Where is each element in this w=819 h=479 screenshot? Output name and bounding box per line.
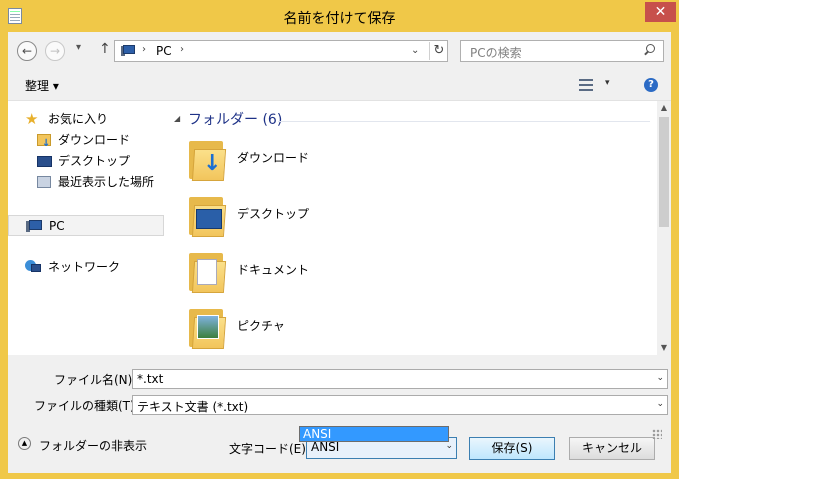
filetype-label: ファイルの種類(T): (34, 399, 139, 413)
folder-item-documents[interactable]: ドキュメント (187, 249, 587, 301)
encoding-option-ansi[interactable]: ANSI (299, 426, 449, 442)
folder-label: ピクチャ (237, 319, 285, 333)
chevron-down-icon[interactable]: ⌄ (656, 373, 664, 383)
documents-folder-icon (187, 249, 227, 293)
organize-menu-button[interactable]: 整理 ▾ (25, 77, 59, 94)
recent-places-icon (37, 176, 51, 188)
address-path[interactable]: PC (156, 44, 172, 58)
sidebar-item-label: ダウンロード (58, 133, 131, 147)
folder-label: ドキュメント (237, 263, 310, 277)
sidebar-item-desktop[interactable]: デスクトップ (37, 151, 162, 172)
desktop-folder-icon (187, 193, 227, 237)
filename-value[interactable]: *.txt (137, 372, 163, 386)
sidebar-item-recent-places[interactable]: 最近表示した場所 (37, 172, 162, 193)
sidebar-item-network[interactable]: ネットワーク (25, 257, 155, 278)
help-icon[interactable]: ? (644, 78, 658, 92)
folder-item-downloads[interactable]: ↓ ダウンロード (187, 137, 587, 189)
sidebar-item-label: ネットワーク (48, 260, 121, 274)
group-header[interactable]: フォルダー (6) (188, 109, 282, 129)
sidebar-item-label: 最近表示した場所 (58, 175, 155, 189)
view-options-icon[interactable] (579, 79, 593, 91)
scroll-thumb[interactable] (659, 117, 669, 227)
navigation-pane: ★ お気に入り ダウンロード デスクトップ 最近表示した場所 PC (8, 101, 165, 355)
address-bar[interactable]: › PC › ⌄ ↻ (114, 40, 448, 62)
scroll-up-button[interactable]: ▲ (657, 101, 671, 115)
filetype-value[interactable]: テキスト文書 (*.txt) (137, 398, 248, 415)
pictures-folder-icon (187, 305, 227, 349)
save-button[interactable]: 保存(S) (469, 437, 555, 460)
vertical-scrollbar[interactable]: ▲ ▼ (657, 101, 671, 355)
encoding-value[interactable]: ANSI (311, 440, 339, 454)
filetype-select[interactable]: テキスト文書 (*.txt) ⌄ (132, 395, 668, 415)
hide-folders-label: フォルダーの非表示 (39, 439, 148, 453)
sidebar-item-pc[interactable]: PC (8, 215, 164, 236)
folder-label: デスクトップ (237, 207, 310, 221)
chevron-down-icon[interactable]: ⌄ (656, 399, 664, 409)
search-icon[interactable] (644, 44, 655, 56)
file-list-pane: ◢ フォルダー (6) ↓ ダウンロード デスクトップ ドキュメント ピクチャ (166, 101, 657, 355)
forward-button[interactable]: → (45, 41, 65, 61)
network-icon (25, 260, 41, 274)
folder-label: ダウンロード (237, 151, 310, 165)
up-button[interactable]: ↑ (99, 41, 111, 57)
chevron-up-icon: ▲ (18, 437, 31, 450)
filename-label: ファイル名(N): (54, 373, 137, 387)
browser-body: ★ お気に入り ダウンロード デスクトップ 最近表示した場所 PC (8, 101, 671, 355)
title-bar[interactable]: 名前を付けて保存 ✕ (0, 0, 679, 32)
downloads-folder-icon (37, 133, 51, 154)
downloads-folder-icon: ↓ (187, 137, 227, 181)
desktop-icon (37, 156, 52, 167)
resize-grip[interactable] (652, 429, 662, 439)
address-separator[interactable]: › (142, 44, 146, 55)
refresh-button[interactable]: ↻ (429, 42, 448, 60)
pc-icon (121, 45, 137, 57)
sidebar-item-downloads[interactable]: ダウンロード (37, 130, 162, 154)
scroll-down-button[interactable]: ▼ (657, 341, 671, 355)
search-placeholder: PCの検索 (470, 46, 522, 60)
dialog-client: ← → ▾ ↑ › PC › ⌄ ↻ PCの検索 整理 ▾ ▾ ? ★ お気に入… (8, 32, 671, 473)
search-box[interactable]: PCの検索 (460, 40, 664, 62)
filename-input[interactable]: *.txt ⌄ (132, 369, 668, 389)
window-title: 名前を付けて保存 (283, 11, 396, 27)
star-icon: ★ (25, 110, 39, 128)
sidebar-item-label: PC (49, 219, 65, 233)
address-separator-trailing[interactable]: › (180, 44, 184, 55)
group-divider (278, 121, 650, 122)
navigation-bar: ← → ▾ ↑ › PC › ⌄ ↻ PCの検索 (8, 32, 671, 70)
chevron-down-icon[interactable]: ⌄ (445, 441, 453, 451)
save-as-dialog: 名前を付けて保存 ✕ ← → ▾ ↑ › PC › ⌄ ↻ PCの検索 整理 ▾… (0, 0, 679, 479)
view-options-dropdown[interactable]: ▾ (605, 78, 610, 88)
folder-item-pictures[interactable]: ピクチャ (187, 305, 587, 357)
save-form: ファイル名(N): *.txt ⌄ ファイルの種類(T): テキスト文書 (*.… (8, 355, 671, 473)
folder-item-desktop[interactable]: デスクトップ (187, 193, 587, 245)
address-dropdown-icon[interactable]: ⌄ (411, 45, 419, 56)
sidebar-item-label: お気に入り (48, 112, 109, 126)
back-button[interactable]: ← (17, 41, 37, 61)
sidebar-item-favorites[interactable]: ★ お気に入り (25, 109, 155, 130)
recent-locations-dropdown[interactable]: ▾ (76, 42, 81, 53)
encoding-label: 文字コード(E): (229, 442, 310, 456)
pc-icon (26, 220, 42, 232)
cancel-button[interactable]: キャンセル (569, 437, 655, 460)
command-toolbar: 整理 ▾ ▾ ? (8, 70, 671, 101)
collapse-group-icon[interactable]: ◢ (174, 114, 180, 123)
sidebar-item-label: デスクトップ (58, 154, 131, 168)
close-button[interactable]: ✕ (645, 2, 676, 22)
